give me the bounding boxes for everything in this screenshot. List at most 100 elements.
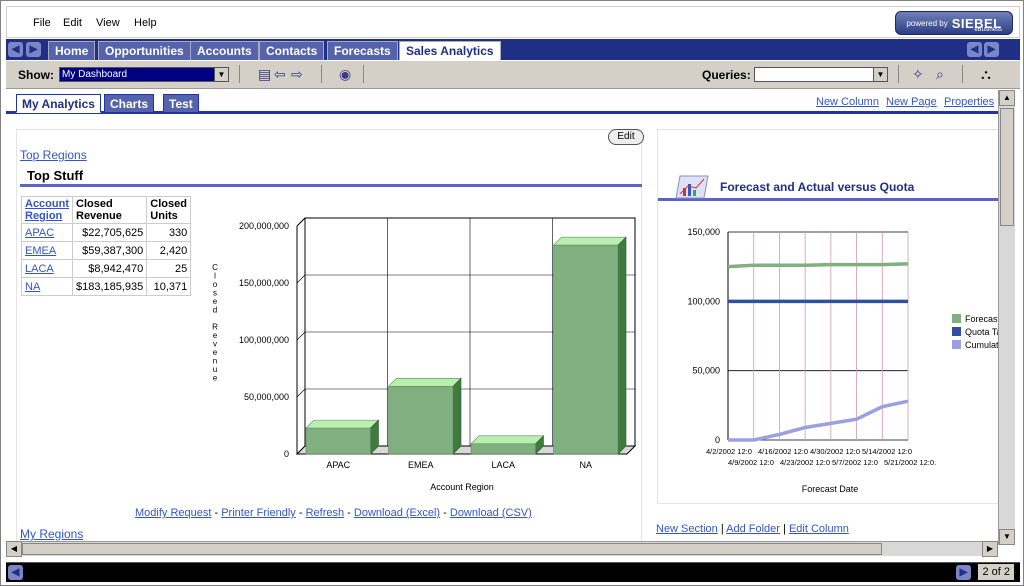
show-select[interactable]: My Dashboard ▼	[59, 67, 229, 82]
add-folder-link[interactable]: Add Folder	[726, 523, 780, 535]
tab-scroll-left-icon[interactable]: ◀	[8, 42, 23, 57]
gridline	[296, 388, 306, 398]
revenue-cell: $59,387,300	[71, 241, 148, 260]
printer-friendly-link[interactable]: Printer Friendly	[221, 507, 296, 519]
previous-page-icon[interactable]: ◀	[8, 565, 23, 580]
app-window: File Edit View Help powered by SIEBEL eB…	[0, 0, 1024, 586]
bar-top	[552, 236, 627, 246]
status-bar: ◀ ▶ 2 of 2	[6, 562, 1020, 582]
bar	[388, 385, 454, 455]
table-row: NA $183,185,935 10,371	[21, 277, 192, 296]
scroll-up-icon[interactable]: ▲	[999, 90, 1015, 106]
bar	[470, 443, 536, 455]
tab-sales-analytics[interactable]: Sales Analytics	[399, 41, 501, 60]
show-bar: Show: My Dashboard ▼ ▤ ⇦ ⇨ ◉ Queries: ▼ …	[6, 61, 1020, 89]
new-section-link[interactable]: New Section	[656, 523, 718, 535]
tab-scroll-right-icon[interactable]: ▶	[26, 42, 41, 57]
x-tick-label: 4/9/2002 12:0	[728, 458, 774, 467]
toolbar-separator	[321, 65, 322, 83]
y-axis-label: Closed Revenue	[212, 263, 218, 383]
legend-swatch	[952, 340, 961, 349]
queries-select[interactable]: ▼	[754, 67, 888, 82]
scroll-left-icon[interactable]: ◀	[6, 541, 22, 557]
horizontal-scroll-thumb[interactable]	[22, 543, 882, 555]
tab-accounts[interactable]: Accounts	[190, 41, 259, 60]
globe-icon[interactable]: ◉	[339, 66, 351, 82]
modify-request-link[interactable]: Modify Request	[135, 507, 211, 519]
vertical-scroll-thumb[interactable]	[1000, 108, 1014, 226]
legend-label: Quota Ta	[965, 327, 998, 337]
menu-view[interactable]: View	[96, 17, 120, 29]
edit-column-link[interactable]: Edit Column	[789, 523, 849, 535]
y-tick-label: 150,000	[687, 227, 720, 237]
download-excel-link[interactable]: Download (Excel)	[354, 507, 440, 519]
report-actions: Modify Request - Printer Friendly - Refr…	[135, 507, 532, 519]
scroll-down-icon[interactable]: ▼	[999, 529, 1015, 545]
properties-link[interactable]: Properties	[944, 96, 994, 108]
tab-forecasts[interactable]: Forecasts	[327, 41, 398, 60]
menu-edit[interactable]: Edit	[63, 17, 82, 29]
bar-top	[387, 377, 462, 387]
binoculars-icon[interactable]: ⛬	[981, 66, 991, 82]
link-separator: |	[779, 523, 789, 535]
new-page-link[interactable]: New Page	[886, 96, 937, 108]
x-tick-label: 5/7/2002 12:0	[832, 458, 878, 467]
forecast-title: Forecast and Actual versus Quota	[720, 180, 915, 194]
screen-back-icon[interactable]: ◀	[967, 42, 982, 57]
table-row: APAC $22,705,625 330	[21, 223, 192, 242]
series-line	[727, 262, 909, 269]
legend-label: Forecast	[965, 314, 998, 324]
revenue-cell: $8,942,470	[71, 259, 148, 278]
column-header-closed-revenue: Closed Revenue	[71, 196, 148, 224]
x-tick-label: LACA	[491, 460, 515, 470]
subtab-test[interactable]: Test	[163, 94, 199, 113]
list-icon[interactable]: ▤	[258, 66, 271, 82]
toolbar-separator	[898, 65, 899, 83]
my-regions-link[interactable]: My Regions	[20, 527, 83, 541]
region-link[interactable]: APAC	[25, 227, 54, 239]
chevron-down-icon[interactable]: ▼	[214, 68, 228, 81]
menu-file[interactable]: File	[33, 17, 51, 29]
region-link[interactable]: LACA	[25, 263, 54, 275]
action-separator: -	[211, 507, 222, 519]
tab-contacts[interactable]: Contacts	[259, 41, 325, 60]
show-label: Show:	[18, 68, 54, 82]
vertical-scrollbar[interactable]: ▲ ▼	[998, 90, 1015, 545]
search-icon[interactable]: ⌕	[936, 66, 944, 82]
region-link[interactable]: NA	[25, 281, 40, 293]
new-column-link[interactable]: New Column	[816, 96, 879, 108]
revenue-cell: $183,185,935	[71, 277, 148, 296]
edit-button[interactable]: Edit	[608, 129, 644, 145]
menu-bar: File Edit View Help powered by SIEBEL eB…	[6, 6, 1020, 38]
tab-home[interactable]: Home	[48, 41, 96, 60]
legend-swatch	[952, 314, 961, 323]
menu-help[interactable]: Help	[134, 17, 157, 29]
tab-opportunities[interactable]: Opportunities	[98, 41, 191, 60]
scroll-right-icon[interactable]: ▶	[982, 541, 998, 557]
units-cell: 10,371	[146, 277, 192, 296]
refresh-link[interactable]: Refresh	[306, 507, 345, 519]
main-tab-bar: ◀ ▶ Home Opportunities Accounts Contacts…	[6, 39, 1020, 60]
table-header-row: Account Region Closed Revenue Closed Uni…	[21, 196, 192, 224]
horizontal-scrollbar[interactable]: ◀ ▶	[6, 541, 998, 557]
query-assistant-icon[interactable]: ✧	[912, 66, 924, 82]
forward-arrow-icon[interactable]: ⇨	[291, 66, 303, 82]
region-link[interactable]: EMEA	[25, 245, 56, 257]
screen-forward-icon[interactable]: ▶	[984, 42, 999, 57]
column-header-account-region[interactable]: Account Region	[25, 198, 69, 222]
back-arrow-icon[interactable]: ⇦	[274, 66, 286, 82]
subtab-charts[interactable]: Charts	[104, 94, 155, 113]
x-tick-label: 5/14/2002 12:0	[862, 447, 912, 456]
units-cell: 2,420	[146, 241, 192, 260]
chevron-down-icon[interactable]: ▼	[873, 68, 887, 81]
forecast-title-bar: Forecast and Actual versus Quota	[658, 174, 998, 201]
top-regions-link[interactable]: Top Regions	[20, 148, 87, 162]
next-page-icon[interactable]: ▶	[956, 565, 971, 580]
section-title: Top Stuff	[20, 168, 642, 187]
download-csv-link[interactable]: Download (CSV)	[450, 507, 532, 519]
revenue-bar-chart: 0 50,000,000 100,000,000 150,000,000 200,000…	[212, 217, 637, 492]
chart-icon	[675, 175, 709, 199]
bar-side	[452, 377, 462, 455]
subtab-my-analytics[interactable]: My Analytics	[16, 94, 101, 113]
legend-swatch	[952, 327, 961, 336]
